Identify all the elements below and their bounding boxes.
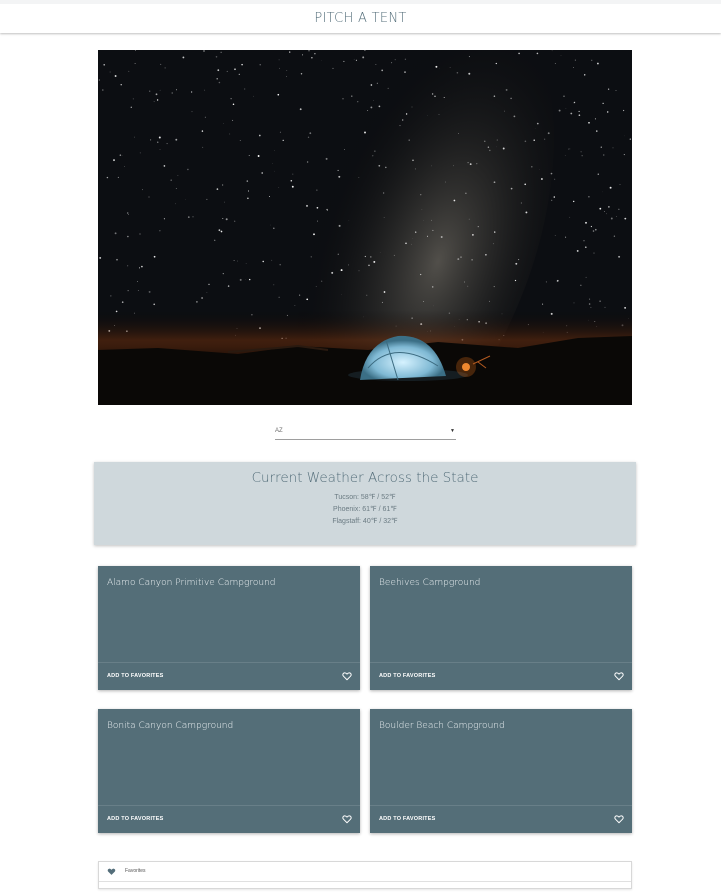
heart-outline-icon[interactable] (342, 671, 352, 681)
app-title: PITCH A TENT (314, 11, 407, 26)
favorites-panel[interactable]: Favorites (98, 861, 632, 889)
campground-name: Bonita Canyon Campground (107, 721, 234, 731)
add-to-favorites-button[interactable]: ADD TO FAVORITES (379, 816, 435, 822)
add-to-favorites-button[interactable]: ADD TO FAVORITES (107, 816, 163, 822)
favorites-label: Favorites (125, 868, 146, 874)
card-footer: ADD TO FAVORITES (98, 662, 360, 690)
heart-outline-icon[interactable] (614, 671, 624, 681)
weather-title: Current Weather Across the State (251, 470, 479, 486)
campground-card: Alamo Canyon Primitive Campground ADD TO… (98, 566, 360, 690)
card-footer: ADD TO FAVORITES (98, 805, 360, 833)
card-footer: ADD TO FAVORITES (370, 662, 632, 690)
campground-card: Boulder Beach Campground ADD TO FAVORITE… (370, 709, 632, 833)
weather-city: Tucson: 58℉ / 52℉ (334, 494, 396, 501)
campground-name: Boulder Beach Campground (379, 721, 505, 731)
heart-filled-icon (107, 868, 116, 875)
heart-outline-icon[interactable] (614, 814, 624, 824)
weather-city: Phoenix: 61℉ / 61℉ (333, 506, 397, 513)
divider (99, 881, 631, 882)
weather-city-list: Tucson: 58℉ / 52℉ Phoenix: 61℉ / 61℉ Fla… (94, 492, 636, 528)
weather-city: Flagstaff: 40℉ / 32℉ (332, 518, 398, 525)
add-to-favorites-button[interactable]: ADD TO FAVORITES (107, 673, 163, 679)
card-footer: ADD TO FAVORITES (370, 805, 632, 833)
caret-down-icon[interactable]: ▼ (450, 428, 455, 434)
campground-card: Beehives Campground ADD TO FAVORITES (370, 566, 632, 690)
state-select-value: AZ (275, 427, 283, 434)
state-select[interactable]: AZ ▼ (275, 424, 456, 440)
campground-name: Beehives Campground (379, 578, 481, 588)
campground-card: Bonita Canyon Campground ADD TO FAVORITE… (98, 709, 360, 833)
add-to-favorites-button[interactable]: ADD TO FAVORITES (379, 673, 435, 679)
hero-image (98, 50, 632, 405)
weather-panel: Current Weather Across the State Tucson:… (94, 462, 636, 545)
heart-outline-icon[interactable] (342, 814, 352, 824)
app-header: PITCH A TENT (0, 0, 721, 33)
campground-name: Alamo Canyon Primitive Campground (107, 578, 276, 588)
